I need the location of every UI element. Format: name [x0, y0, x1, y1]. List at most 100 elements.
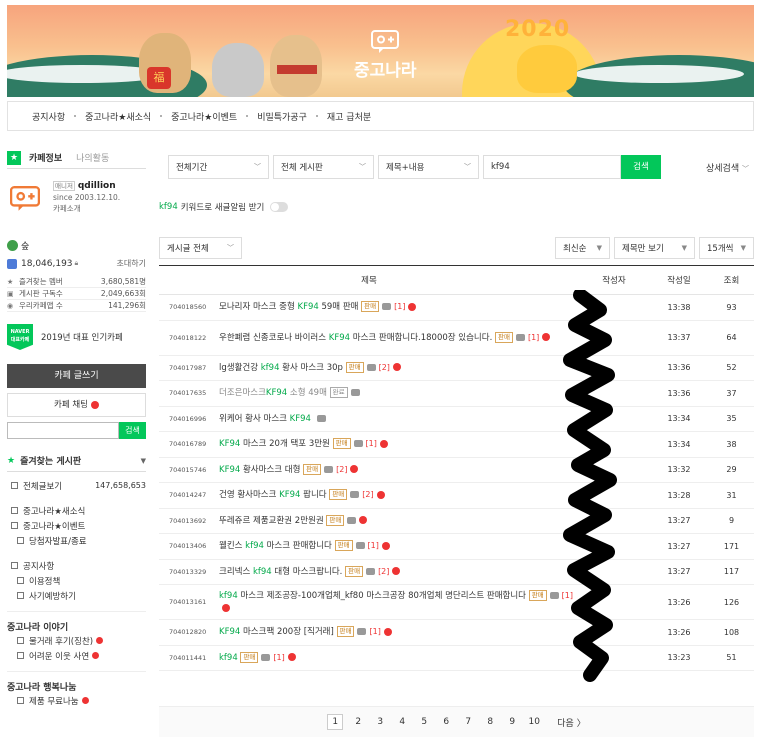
- page-link[interactable]: 4: [391, 717, 413, 727]
- keyword-highlight: KF94: [289, 413, 311, 424]
- search-button[interactable]: 검색: [621, 155, 661, 179]
- alert-toggle[interactable]: [270, 202, 289, 212]
- board-select[interactable]: 전체 게시판 ﹀: [273, 155, 374, 179]
- cafe-avatar[interactable]: [7, 181, 43, 217]
- table-row[interactable]: 704013406 웰킨스 kf94 마스크 판매합니다 판매 [1] 13:27 17…: [159, 534, 754, 560]
- page-link[interactable]: 1: [327, 714, 344, 730]
- page-link[interactable]: 3: [369, 717, 391, 727]
- menu-free-share[interactable]: 제품 무료나눔: [7, 693, 146, 708]
- post-title[interactable]: KF94 황사마스크 대형 판매 [2]: [219, 463, 579, 476]
- per-page-select[interactable]: 15개씩 ▼: [699, 237, 754, 259]
- comment-count[interactable]: [1]: [273, 653, 284, 662]
- page-link[interactable]: 7: [457, 717, 479, 727]
- table-row[interactable]: 704018122 우한폐렴 신종코로나 바이러스 KF94 마스크 판매합니다.…: [159, 321, 754, 356]
- post-title[interactable]: 우한폐렴 신종코로나 바이러스 KF94 마스크 판매합니다.18000장 있습…: [219, 331, 579, 344]
- table-row[interactable]: 704016996 위케어 황사 마스크 KF94 13:34 35: [159, 407, 754, 432]
- sidebar-search-button[interactable]: 검색: [119, 422, 146, 439]
- camera-icon: [357, 628, 367, 636]
- topmenu-news[interactable]: 중고나라★새소식: [76, 110, 160, 123]
- view-count: 51: [726, 653, 737, 663]
- topmenu-secret-deal[interactable]: 비밀특가공구: [248, 110, 316, 123]
- new-post-icon: [359, 516, 368, 525]
- page-link[interactable]: 5: [413, 717, 435, 727]
- post-title[interactable]: lg생활건강 kf94 황사 마스크 30p 판매 [2]: [219, 361, 579, 374]
- post-date: 13:34: [667, 439, 691, 449]
- table-row[interactable]: 704017987 lg생활건강 kf94 황사 마스크 30p 판매 [2] 13:…: [159, 356, 754, 381]
- next-page-link[interactable]: 다음 〉: [557, 716, 585, 729]
- post-title[interactable]: 건영 황사마스크 KF94 팝니다 판매 [2]: [219, 489, 579, 501]
- tab-cafe-info[interactable]: 카페정보: [29, 151, 62, 164]
- menu-notice[interactable]: 공지사항: [7, 558, 146, 573]
- cafe-intro-link[interactable]: 카페소개: [53, 203, 120, 214]
- table-row[interactable]: 704014247 건영 황사마스크 KF94 팝니다 판매 [2] 13:28 31: [159, 483, 754, 509]
- favorite-boards-header[interactable]: ★ 즐겨찾는 게시판 ▼: [7, 450, 146, 472]
- post-filter-select[interactable]: 게시글 전체 ﹀: [159, 237, 242, 259]
- advanced-search-toggle[interactable]: 상세검색 ﹀: [706, 161, 749, 174]
- tab-my-activity[interactable]: 나의활동: [76, 151, 109, 164]
- sidebar-search-input[interactable]: [7, 422, 119, 439]
- manager-nickname[interactable]: qdillion: [78, 181, 116, 191]
- post-date: 13:34: [667, 414, 691, 424]
- post-title[interactable]: kf94 마스크 제조공장-100개업체_kf80 마스크공장 80개업체 명단…: [219, 590, 579, 614]
- pagination: 1 2 3 4 5 6 7 8 9 10 다음 〉: [159, 706, 754, 737]
- post-title[interactable]: 뚜레쥬르 제품교환권 2만원권 판매: [219, 514, 579, 527]
- view-mode-select[interactable]: 제목만 보기 ▼: [614, 237, 695, 259]
- board-icon: [17, 637, 24, 644]
- title-prefix: 모나리자 마스크 중형: [219, 302, 298, 313]
- menu-news[interactable]: 중고나라★새소식: [7, 503, 146, 518]
- page-link[interactable]: 8: [479, 717, 501, 727]
- menu-winners[interactable]: 당첨자발표/종료: [7, 533, 146, 548]
- invite-link[interactable]: 초대하기: [117, 258, 146, 269]
- cafe-logo[interactable]: 중고나라: [354, 30, 417, 81]
- table-row[interactable]: 704016789 KF94 마스크 20개 택포 3만원 판매 [1] 13:34 3…: [159, 432, 754, 458]
- chevron-down-icon: ﹀: [227, 244, 234, 252]
- page-link[interactable]: 2: [347, 717, 369, 727]
- page-link[interactable]: 10: [523, 717, 545, 727]
- comment-count[interactable]: [1]: [369, 627, 380, 636]
- post-title[interactable]: KF94 마스크팩 200장 [직거래] 판매 [1]: [219, 626, 579, 638]
- sort-select[interactable]: 최신순 ▼: [555, 237, 610, 259]
- table-row[interactable]: 704015746 KF94 황사마스크 대형 판매 [2] 13:32 29: [159, 458, 754, 483]
- page-link[interactable]: 6: [435, 717, 457, 727]
- post-title[interactable]: 더조은마스크KF94 소형 49매 완료: [219, 387, 579, 399]
- topmenu-notice[interactable]: 공지사항: [23, 110, 74, 123]
- table-row[interactable]: 704013692 뚜레쥬르 제품교환권 2만원권 판매 13:27 9: [159, 509, 754, 534]
- topmenu-clearance[interactable]: 재고 급처분: [318, 110, 380, 123]
- menu-policy[interactable]: 이용정책: [7, 573, 146, 588]
- comment-count[interactable]: [1]: [528, 333, 539, 342]
- menu-fraud-prevention[interactable]: 사기예방하기: [7, 588, 146, 603]
- menu-review[interactable]: 물거래 후기(징찬): [7, 633, 146, 648]
- post-title[interactable]: 웰킨스 kf94 마스크 판매합니다 판매 [1]: [219, 540, 579, 552]
- comment-count[interactable]: [1]: [394, 302, 405, 311]
- post-title[interactable]: KF94 마스크 20개 택포 3만원 판매 [1]: [219, 438, 579, 450]
- page-link[interactable]: 9: [501, 717, 523, 727]
- comment-count[interactable]: [2]: [378, 567, 389, 576]
- field-select[interactable]: 제목+내용 ﹀: [378, 155, 479, 179]
- post-title[interactable]: 크리넥스 kf94 대형 마스크팝니다. 판매 [2]: [219, 565, 579, 578]
- post-title[interactable]: 위케어 황사 마스크 KF94: [219, 413, 579, 425]
- table-row[interactable]: 704011441 kf94 판매 [1] 13:23 51: [159, 646, 754, 671]
- comment-count[interactable]: [2]: [379, 363, 390, 372]
- menu-event[interactable]: 중고나라★이벤트: [7, 518, 146, 533]
- post-title[interactable]: kf94 판매 [1]: [219, 651, 579, 664]
- table-row[interactable]: 704013329 크리넥스 kf94 대형 마스크팝니다. 판매 [2] 13:27…: [159, 560, 754, 585]
- view-count: 35: [726, 414, 737, 424]
- table-row[interactable]: 704012820 KF94 마스크팩 200장 [직거래] 판매 [1] 13:26…: [159, 620, 754, 646]
- table-row[interactable]: 704013161 kf94 마스크 제조공장-100개업체_kf80 마스크공장…: [159, 585, 754, 620]
- search-input[interactable]: kf94: [483, 155, 621, 179]
- comment-count[interactable]: [2]: [336, 465, 347, 474]
- table-row[interactable]: 704018560 모나리자 마스크 중형 KF94 59매 판매 판매 [1] 13…: [159, 295, 754, 321]
- period-select[interactable]: 전체기간 ﹀: [168, 155, 269, 179]
- cafe-banner[interactable]: 2020 福 중고나라: [7, 5, 754, 97]
- topmenu-event[interactable]: 중고나라★이벤트: [162, 110, 246, 123]
- post-title[interactable]: 모나리자 마스크 중형 KF94 59매 판매 판매 [1]: [219, 301, 579, 313]
- comment-count[interactable]: [2]: [362, 490, 373, 499]
- menu-all-posts[interactable]: 전체글보기 147,658,653: [7, 478, 146, 493]
- cafe-chat-button[interactable]: 카페 채팅: [7, 393, 146, 417]
- caret-down-icon[interactable]: ▼: [141, 457, 146, 465]
- table-row[interactable]: 704017635 더조은마스크KF94 소형 49매 완료 13:36 37: [159, 381, 754, 407]
- comment-count[interactable]: [1]: [368, 541, 379, 550]
- comment-count[interactable]: [1]: [366, 439, 377, 448]
- write-post-button[interactable]: 카페 글쓰기: [7, 364, 146, 388]
- menu-neighbor-story[interactable]: 어려운 이웃 사연: [7, 648, 146, 663]
